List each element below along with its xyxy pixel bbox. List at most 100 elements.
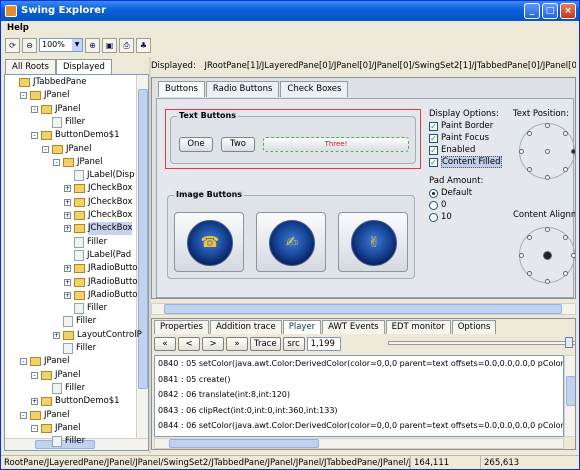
tab-edt-monitor[interactable]: EDT monitor <box>385 320 451 334</box>
expand-icon[interactable]: + <box>31 398 38 406</box>
tree-node[interactable]: + JCheckBox <box>64 209 132 222</box>
content-alignment-dial[interactable] <box>519 227 575 284</box>
log-vertical-scrollbar[interactable] <box>564 355 575 437</box>
collapse-icon[interactable]: - <box>42 145 49 153</box>
position-dot[interactable] <box>563 234 569 240</box>
expand-icon[interactable]: + <box>64 265 71 273</box>
collapse-icon[interactable]: - <box>20 358 27 366</box>
log-line[interactable]: 0841 : 05 create() <box>155 372 563 388</box>
tree-node[interactable]: Filler <box>42 435 85 448</box>
tree-node[interactable]: - JPanel <box>31 422 80 435</box>
zoom-out-icon[interactable]: ⊖ <box>22 37 37 53</box>
src-button[interactable]: src <box>282 337 305 351</box>
step-spinner[interactable]: 1,199 <box>306 337 341 351</box>
text-position-dial[interactable] <box>519 123 575 180</box>
tab-all-roots[interactable]: All Roots <box>5 59 56 74</box>
position-dot[interactable] <box>526 167 532 173</box>
preview-horizontal-scrollbar[interactable] <box>151 303 576 315</box>
position-dot[interactable] <box>519 149 524 154</box>
collapse-icon[interactable]: - <box>20 411 27 419</box>
expand-icon[interactable]: + <box>64 198 71 206</box>
pen-button[interactable]: ✍ <box>256 212 326 272</box>
slider-thumb[interactable] <box>565 337 573 348</box>
scroll-thumb[interactable] <box>164 304 562 314</box>
refresh-icon[interactable]: ⟳ <box>5 37 20 53</box>
tree-node[interactable]: - JPanel <box>20 355 69 368</box>
position-dot[interactable] <box>545 227 550 232</box>
tree-node[interactable]: + ButtonDemo$1 <box>31 395 120 408</box>
tree-node[interactable]: - JPanel <box>20 89 69 102</box>
expand-icon[interactable]: + <box>64 185 71 193</box>
tree-node[interactable]: + JRadioButto <box>64 276 137 289</box>
trace-button[interactable]: Trace <box>250 337 281 351</box>
tree-node[interactable]: - JPanel <box>31 103 80 116</box>
tab-buttons[interactable]: Buttons <box>158 81 205 97</box>
phone-button[interactable]: ☎ <box>174 212 244 272</box>
tab-check-boxes[interactable]: Check Boxes <box>280 81 349 97</box>
log-horizontal-scrollbar[interactable] <box>154 438 564 449</box>
screenshot-icon[interactable]: ⎙ <box>119 37 134 53</box>
zoom-in-icon[interactable]: ⊕ <box>85 37 100 53</box>
tree-node[interactable]: + JRadioButto <box>64 262 137 275</box>
log-line[interactable]: 0843 : 06 clipRect(int:0,int:0,int:360,i… <box>155 403 563 419</box>
next-button[interactable]: > <box>202 337 224 351</box>
position-dot[interactable] <box>563 130 569 136</box>
position-dot[interactable] <box>545 123 550 128</box>
component-tree[interactable]: JTabbedPane - JPanel - JPanel Filler - ButtonDe… <box>4 74 149 451</box>
position-dot[interactable] <box>571 149 575 154</box>
tab-addition-trace[interactable]: Addition trace <box>209 320 282 334</box>
tree-node[interactable]: - JPanel <box>42 143 91 156</box>
log-line[interactable]: 0844 : 06 setColor(java.awt.Color:Derive… <box>155 418 563 434</box>
tab-properties[interactable]: Properties <box>154 320 209 334</box>
collapse-icon[interactable]: - <box>31 371 38 379</box>
collapse-icon[interactable]: - <box>20 92 27 100</box>
tree-node[interactable]: Filler <box>53 315 96 328</box>
collapse-icon[interactable]: - <box>53 158 60 166</box>
three-button[interactable]: Three! <box>263 137 409 152</box>
tree-node[interactable]: Filler <box>42 116 85 129</box>
tab-options[interactable]: Options <box>451 320 497 334</box>
zoom-select[interactable]: 100% ▼ <box>39 38 83 52</box>
tree-node[interactable]: Filler <box>53 342 96 355</box>
log-line[interactable]: 0845 : 06 setFont(java.awt.Font:javax.sw… <box>155 434 563 437</box>
tab-displayed[interactable]: Displayed <box>55 59 112 74</box>
tree-node[interactable]: + JCheckBox <box>64 222 133 236</box>
position-dot[interactable] <box>545 175 550 180</box>
expand-icon[interactable]: + <box>64 291 71 299</box>
maximize-button[interactable]: □ <box>542 3 558 19</box>
close-button[interactable]: × <box>560 3 576 19</box>
tree-node[interactable]: Filler <box>42 382 85 395</box>
one-button[interactable]: One <box>179 137 213 152</box>
collapse-icon[interactable]: - <box>31 105 38 113</box>
tree-node[interactable]: Filler <box>64 302 107 315</box>
collapse-icon[interactable]: - <box>31 132 38 140</box>
menu-help[interactable]: Help <box>7 23 29 33</box>
log-line[interactable]: 0842 : 06 translate(int:8,int:120) <box>155 387 563 403</box>
first-button[interactable]: « <box>154 337 176 351</box>
minimize-button[interactable]: _ <box>524 3 540 19</box>
fit-icon[interactable]: ▣ <box>102 37 117 53</box>
position-dot[interactable] <box>571 253 575 258</box>
tree-vertical-scrollbar[interactable] <box>136 75 148 450</box>
tree-node[interactable]: JLabel(Pad <box>64 249 131 262</box>
position-dot[interactable] <box>545 279 550 284</box>
tree-node[interactable]: + JCheckBox <box>64 196 132 209</box>
expand-icon[interactable]: + <box>53 331 60 339</box>
scroll-thumb[interactable] <box>169 439 319 448</box>
two-button[interactable]: Two <box>221 137 255 152</box>
step-slider[interactable] <box>388 337 575 348</box>
last-button[interactable]: » <box>226 337 248 351</box>
peace-button[interactable]: ✌ <box>338 212 408 272</box>
position-dot[interactable] <box>519 253 524 258</box>
trace-log[interactable]: 0840 : 05 setColor(java.awt.Color:Derive… <box>154 355 564 437</box>
position-dot[interactable] <box>563 271 569 277</box>
tree-node[interactable]: - JPanel <box>31 369 80 382</box>
tree-node[interactable]: Filler <box>64 236 107 249</box>
expand-icon[interactable]: + <box>64 278 71 286</box>
expand-icon[interactable]: + <box>64 212 71 219</box>
position-dot[interactable] <box>543 251 552 260</box>
position-dot[interactable] <box>526 130 532 136</box>
position-dot[interactable] <box>545 149 550 154</box>
collapse-icon[interactable]: - <box>31 424 38 432</box>
position-dot[interactable] <box>526 271 532 277</box>
